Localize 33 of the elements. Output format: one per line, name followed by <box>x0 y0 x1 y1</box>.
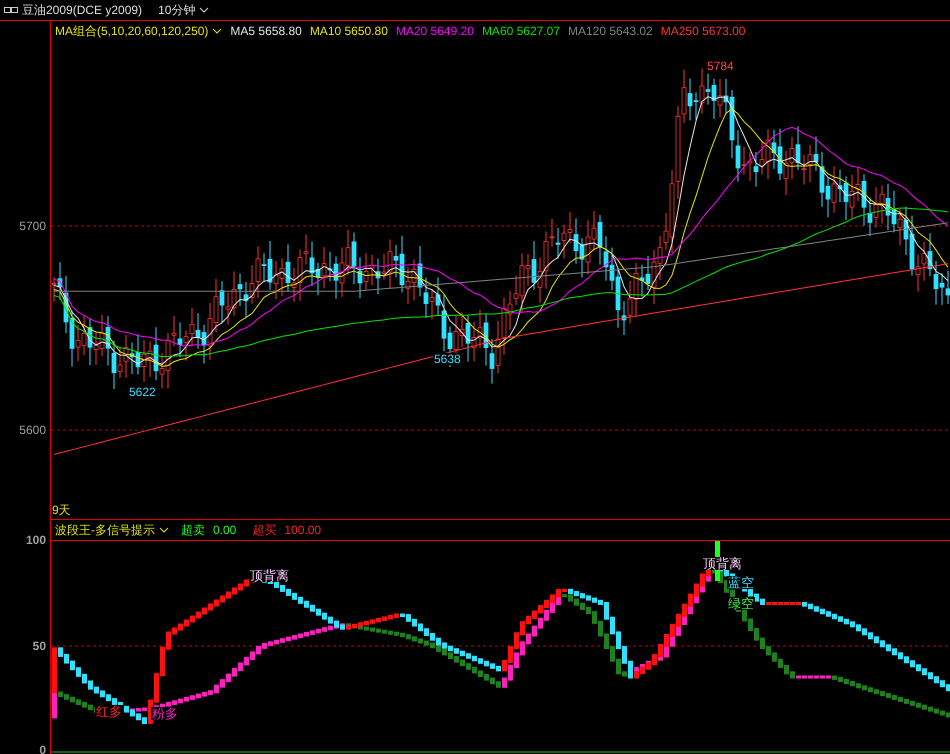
signal-label: 顶背离 <box>249 569 290 582</box>
price-extreme-label: 5638 <box>433 353 462 365</box>
range-label: 9天 <box>52 504 71 516</box>
symbol-title: 豆油2009(DCE y2009) <box>22 2 142 19</box>
indicator-axis-label: 50 <box>32 640 46 652</box>
indicator-axis-label: 100 <box>26 534 46 546</box>
signal-label: 红多 <box>95 705 123 718</box>
price-extreme-label: 5622 <box>128 386 157 398</box>
oversold-label: 超卖 <box>181 522 205 539</box>
price-axis-label: 5600 <box>19 424 46 436</box>
overbought-label: 超买 <box>252 522 276 539</box>
link-icon[interactable] <box>4 6 18 14</box>
ma-legend-value: MA20 5649.20 <box>396 22 474 40</box>
oversold-value: 0.00 <box>213 522 236 539</box>
overbought-value: 100.00 <box>284 522 322 539</box>
chevron-icon <box>212 28 222 34</box>
ma-legend-value: MA10 5650.80 <box>310 22 388 40</box>
ma-legend-value: MA60 5627.07 <box>482 22 560 40</box>
period-dropdown[interactable]: 10分钟 <box>158 1 210 19</box>
signal-label: 顶背离 <box>702 557 743 570</box>
indicator-axis-label: 0 <box>39 744 46 754</box>
ma-legend-value: MA5 5658.80 <box>230 22 302 40</box>
indicator-dropdown[interactable]: MA组合(5,10,20,60,120,250) <box>55 22 222 40</box>
signal-label: 蓝空 <box>727 576 755 589</box>
ma-legend-value: MA250 5673.00 <box>660 22 746 40</box>
chevron-icon <box>199 7 210 13</box>
ma-legend-value: MA120 5643.02 <box>568 22 653 40</box>
chevron-icon <box>159 527 169 533</box>
indicator-dropdown[interactable]: 波段王-多信号提示 <box>55 521 169 539</box>
signal-label: 绿空 <box>727 597 755 610</box>
price-extreme-label: 5784 <box>706 60 735 72</box>
price-axis-label: 5700 <box>19 220 46 232</box>
signal-label: 粉多 <box>151 707 179 720</box>
